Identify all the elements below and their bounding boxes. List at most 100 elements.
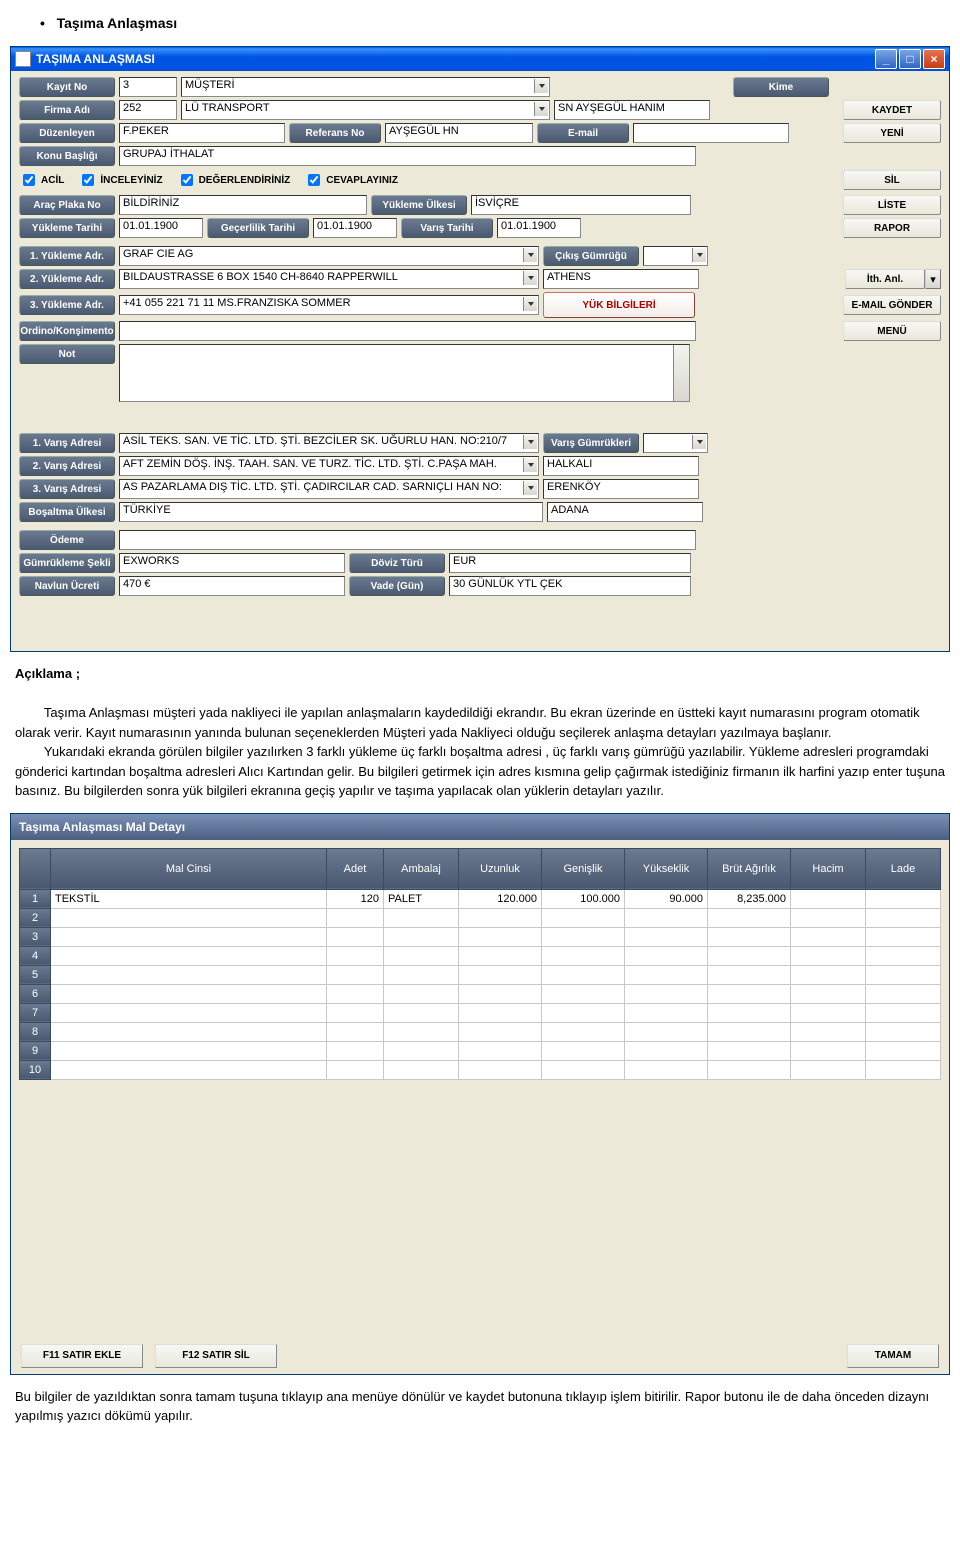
label-kayitno: Kayıt No xyxy=(19,77,115,97)
detail-grid[interactable]: Mal Cinsi Adet Ambalaj Uzunluk Genişlik … xyxy=(19,848,941,1080)
input-adana[interactable]: ADANA xyxy=(547,502,703,522)
input-ordino[interactable] xyxy=(119,321,696,341)
input-halkali[interactable]: HALKALI xyxy=(543,456,699,476)
liste-button[interactable]: LİSTE xyxy=(843,195,941,215)
ithanl-dropdown-icon[interactable]: ▾ xyxy=(925,269,941,289)
label-yadr1: 1. Yükleme Adr. xyxy=(19,246,115,266)
label-yuklemetarihi: Yükleme Tarihi xyxy=(19,218,115,238)
combo-varisgumrukleri[interactable] xyxy=(643,433,708,453)
check-degerlendiriniz[interactable] xyxy=(181,174,193,186)
check-acil[interactable] xyxy=(23,174,35,186)
kaydet-button[interactable]: KAYDET xyxy=(843,100,941,120)
menu-button[interactable]: MENÜ xyxy=(843,321,941,341)
doc-aciklama-block: Açıklama ; Taşıma Anlaşması müşteri yada… xyxy=(0,652,960,813)
label-gumruksekli: Gümrükleme Şekli xyxy=(19,553,115,573)
table-row[interactable]: 2 xyxy=(20,908,941,927)
input-yuklemeulkesi[interactable]: İSVİÇRE xyxy=(471,195,691,215)
memo-not[interactable] xyxy=(119,344,690,402)
label-varistarihi: Varış Tarihi xyxy=(401,218,493,238)
label-duzenleyen: Düzenleyen xyxy=(19,123,115,143)
ithanl-button[interactable]: İth. Anl. xyxy=(845,269,925,289)
input-sn[interactable]: SN AYŞEGÜL HANIM xyxy=(554,100,710,120)
label-yuklemeulkesi: Yükleme Ülkesi xyxy=(371,195,467,215)
check-cevaplayiniz-label: CEVAPLAYINIZ xyxy=(326,175,398,186)
input-athens[interactable]: ATHENS xyxy=(543,269,699,289)
input-gumruksekli[interactable]: EXWORKS xyxy=(119,553,345,573)
label-dovizturu: Döviz Türü xyxy=(349,553,445,573)
check-cevaplayiniz[interactable] xyxy=(308,174,320,186)
titlebar[interactable]: TAŞIMA ANLAŞMASI _ □ × xyxy=(11,47,949,71)
input-konubasligi[interactable]: GRUPAJ İTHALAT xyxy=(119,146,696,166)
combo-vadr3[interactable]: AS PAZARLAMA DIŞ TİC. LTD. ŞTİ. ÇADIRCIL… xyxy=(119,479,539,499)
label-yadr3: 3. Yükleme Adr. xyxy=(19,295,115,315)
input-kayitno[interactable]: 3 xyxy=(119,77,177,97)
label-odeme: Ödeme xyxy=(19,530,115,550)
f11-ekle-button[interactable]: F11 SATIR EKLE xyxy=(21,1344,143,1368)
combo-yadr2[interactable]: BILDAUSTRASSE 6 BOX 1540 CH-8640 RAPPERW… xyxy=(119,269,539,289)
main-window: TAŞIMA ANLAŞMASI _ □ × Kayıt No 3 MÜŞTER… xyxy=(10,46,950,652)
detail-titlebar: Taşıma Anlaşması Mal Detayı xyxy=(11,814,949,840)
rapor-button[interactable]: RAPOR xyxy=(843,218,941,238)
label-ordino: Ordino/Konşimento xyxy=(19,321,115,341)
input-bosaltmaulkesi[interactable]: TÜRKİYE xyxy=(119,502,543,522)
window-title: TAŞIMA ANLAŞMASI xyxy=(36,52,155,66)
yukbilgileri-button[interactable]: YÜK BİLGİLERİ xyxy=(543,292,695,318)
minimize-button[interactable]: _ xyxy=(875,49,897,69)
label-not: Not xyxy=(19,344,115,364)
label-vadr1: 1. Varış Adresi xyxy=(19,433,115,453)
label-yadr2: 2. Yükleme Adr. xyxy=(19,269,115,289)
maximize-button[interactable]: □ xyxy=(899,49,921,69)
close-button[interactable]: × xyxy=(923,49,945,69)
label-gecerlilik: Geçerlilik Tarihi xyxy=(207,218,309,238)
table-row[interactable]: 9 xyxy=(20,1041,941,1060)
label-konubasligi: Konu Başlığı xyxy=(19,146,115,166)
combo-yadr3[interactable]: +41 055 221 71 11 MS.FRANZISKA SOMMER xyxy=(119,295,539,315)
combo-yadr1[interactable]: GRAF CIE AG xyxy=(119,246,539,266)
label-email: E-mail xyxy=(537,123,629,143)
input-referansno[interactable]: AYŞEGÜL HN xyxy=(385,123,533,143)
label-vadr3: 3. Varış Adresi xyxy=(19,479,115,499)
combo-vadr1[interactable]: ASİL TEKS. SAN. VE TİC. LTD. ŞTİ. BEZCİL… xyxy=(119,433,539,453)
table-row[interactable]: 6 xyxy=(20,984,941,1003)
input-email[interactable] xyxy=(633,123,789,143)
table-row[interactable]: 1TEKSTİL120PALET120.000100.00090.0008,23… xyxy=(20,889,941,908)
doc-footer-text: Bu bilgiler de yazıldıktan sonra tamam t… xyxy=(0,1375,960,1438)
input-yuklemetarihi[interactable]: 01.01.1900 xyxy=(119,218,203,238)
check-inceleyiniz-label: İNCELEYİNİZ xyxy=(100,175,162,186)
yeni-button[interactable]: YENİ xyxy=(843,123,941,143)
input-navlun[interactable]: 470 € xyxy=(119,576,345,596)
input-varistarihi[interactable]: 01.01.1900 xyxy=(497,218,581,238)
combo-cikisgumrugu[interactable] xyxy=(643,246,708,266)
input-duzenleyen[interactable]: F.PEKER xyxy=(119,123,285,143)
check-degerlendiriniz-label: DEĞERLENDİRİNİZ xyxy=(199,175,291,186)
label-cikisgumrugu: Çıkış Gümrüğü xyxy=(543,246,639,266)
label-varisgumrukleri: Varış Gümrükleri xyxy=(543,433,639,453)
table-row[interactable]: 3 xyxy=(20,927,941,946)
input-dovizturu[interactable]: EUR xyxy=(449,553,691,573)
emailgonder-button[interactable]: E-MAIL GÖNDER xyxy=(843,295,941,315)
table-row[interactable]: 10 xyxy=(20,1060,941,1079)
window-icon xyxy=(15,51,31,67)
combo-vadr2[interactable]: AFT ZEMİN DÖŞ. İNŞ. TAAH. SAN. VE TURZ. … xyxy=(119,456,539,476)
input-erenkoy[interactable]: ERENKÖY xyxy=(543,479,699,499)
table-row[interactable]: 5 xyxy=(20,965,941,984)
label-aracplaka: Araç Plaka No xyxy=(19,195,115,215)
input-gecerlilik[interactable]: 01.01.1900 xyxy=(313,218,397,238)
label-kime: Kime xyxy=(733,77,829,97)
combo-kayittip[interactable]: MÜŞTERİ xyxy=(181,77,550,97)
label-firmaadi: Firma Adı xyxy=(19,100,115,120)
table-row[interactable]: 4 xyxy=(20,946,941,965)
input-firmaadi-kod[interactable]: 252 xyxy=(119,100,177,120)
sil-button[interactable]: SİL xyxy=(843,170,941,190)
tamam-button[interactable]: TAMAM xyxy=(847,1344,939,1368)
f12-sil-button[interactable]: F12 SATIR SİL xyxy=(155,1344,277,1368)
input-odeme[interactable] xyxy=(119,530,696,550)
combo-firmaadi[interactable]: LÜ TRANSPORT xyxy=(181,100,550,120)
check-inceleyiniz[interactable] xyxy=(82,174,94,186)
input-aracplaka[interactable]: BİLDİRİNİZ xyxy=(119,195,367,215)
table-row[interactable]: 7 xyxy=(20,1003,941,1022)
table-row[interactable]: 8 xyxy=(20,1022,941,1041)
label-vadr2: 2. Varış Adresi xyxy=(19,456,115,476)
detail-window: Taşıma Anlaşması Mal Detayı Mal Cinsi Ad… xyxy=(10,813,950,1375)
input-vade[interactable]: 30 GÜNLÜK YTL ÇEK xyxy=(449,576,691,596)
